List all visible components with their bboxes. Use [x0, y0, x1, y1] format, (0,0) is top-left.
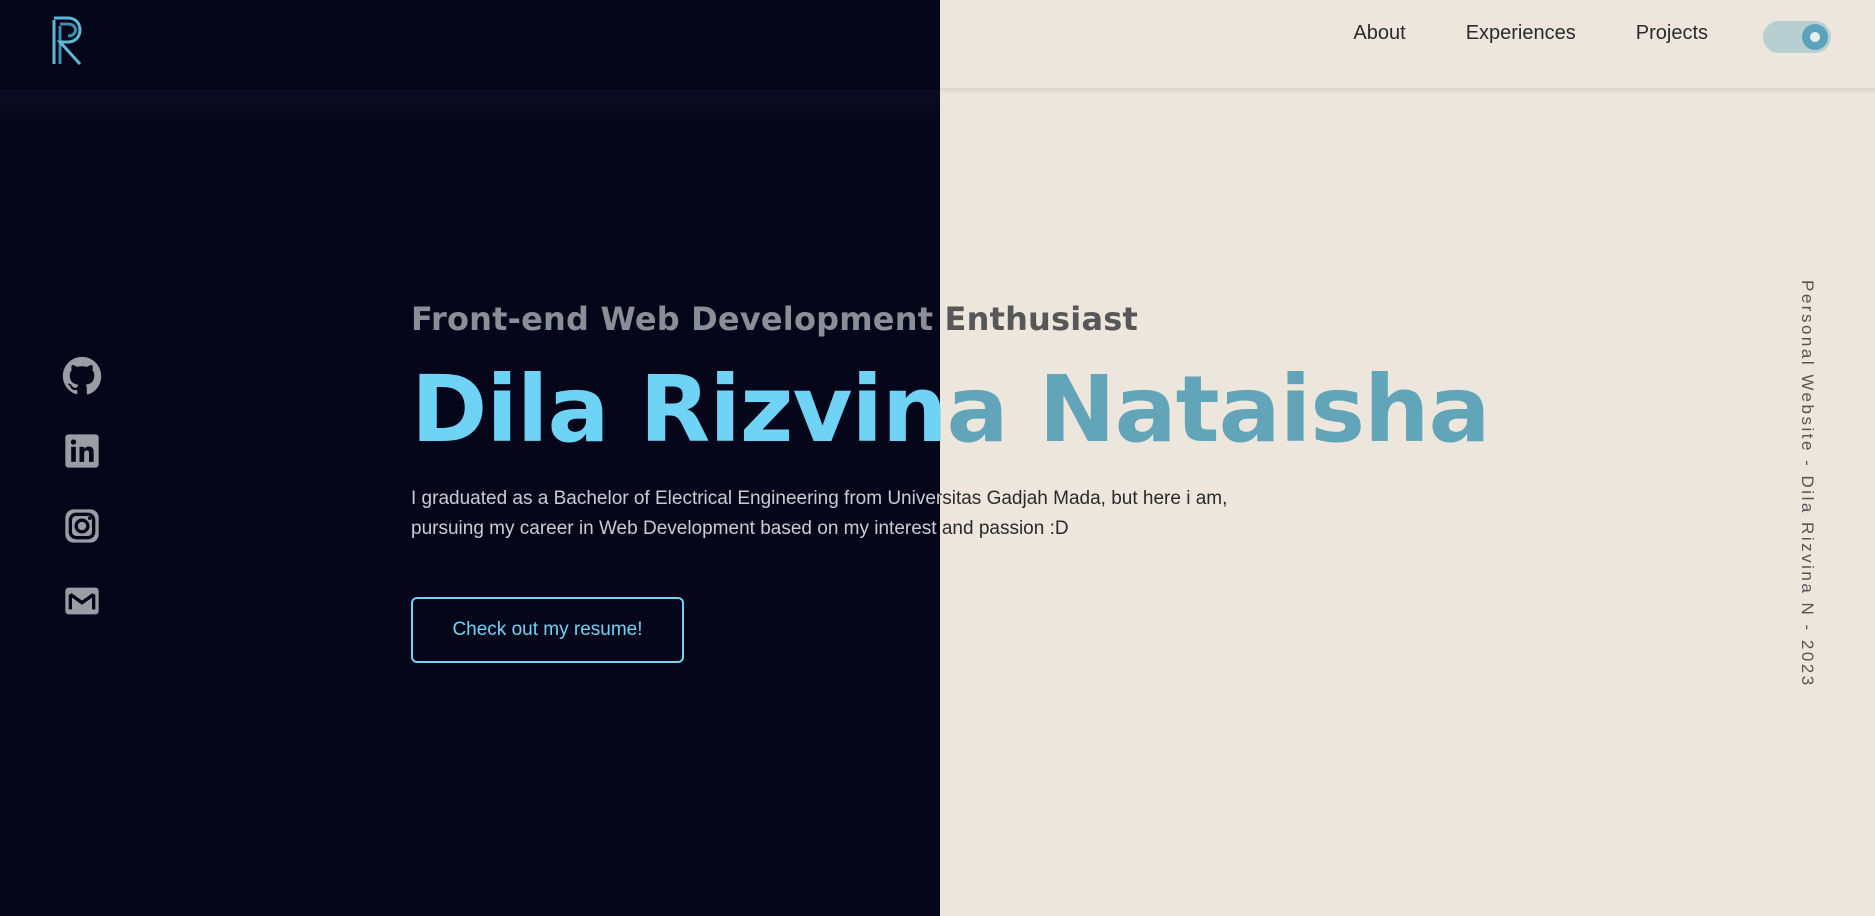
r-monogram-logo-icon[interactable]: [50, 14, 90, 66]
nav-projects[interactable]: Projects: [1636, 22, 1708, 45]
github-icon[interactable]: [62, 356, 102, 396]
nav-experiences[interactable]: Experiences: [1466, 22, 1576, 45]
social-links: [62, 356, 102, 656]
vertical-side-text: Personal Website - Dila Rizvina N - 2023: [1798, 280, 1817, 688]
resume-button[interactable]: Check out my resume!: [411, 597, 684, 663]
toggle-knob: [1802, 24, 1828, 50]
site-header: About Experiences Projects: [0, 0, 1875, 90]
instagram-icon[interactable]: [62, 506, 102, 546]
linkedin-icon[interactable]: [62, 431, 102, 471]
header-shadow: [0, 90, 940, 130]
hero-section: Front-end Web Development Enthusiast Dil…: [411, 296, 1511, 676]
main-nav: About Experiences Projects: [1353, 22, 1708, 45]
theme-toggle[interactable]: [1763, 21, 1831, 53]
mail-icon[interactable]: [62, 581, 102, 621]
nav-about[interactable]: About: [1353, 22, 1405, 45]
